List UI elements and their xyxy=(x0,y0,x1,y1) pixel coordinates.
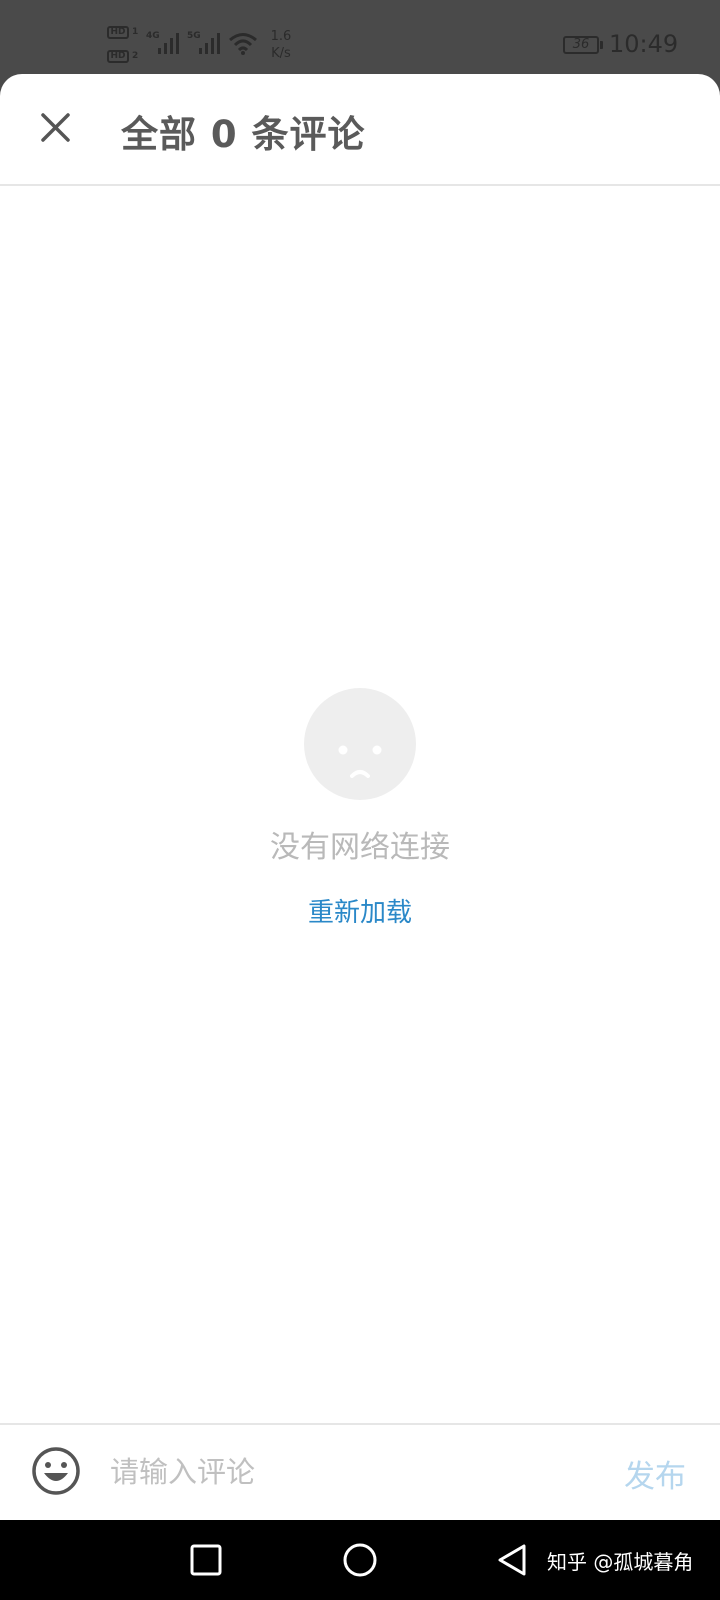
home-button[interactable] xyxy=(338,1540,382,1580)
recents-button[interactable] xyxy=(184,1540,228,1580)
close-button[interactable] xyxy=(30,102,82,154)
battery-tip xyxy=(600,41,603,49)
battery-icon: 36 xyxy=(563,36,599,54)
empty-state-message: 没有网络连接 xyxy=(270,830,450,865)
emoji-button[interactable] xyxy=(30,1445,82,1497)
sheet-header: 全部 0 条评论 xyxy=(0,74,720,186)
sim-slot-2-label: 2 xyxy=(132,51,139,61)
back-button[interactable] xyxy=(492,1540,536,1580)
wifi-icon xyxy=(229,33,257,55)
hd-icon: HD xyxy=(107,26,129,39)
network-speed-unit: K/s xyxy=(271,46,291,61)
status-bar: HD 1 HD 2 4G 5G 1.6 K/s 36 10:49 xyxy=(0,0,720,74)
network-speed: 1.6 K/s xyxy=(263,28,299,62)
system-nav-bar: 知乎 @孤城暮角 xyxy=(0,1520,720,1600)
sad-face-icon xyxy=(304,688,416,800)
cell-signal-icon xyxy=(158,33,179,54)
triangle-back-icon xyxy=(498,1544,526,1576)
network-speed-value: 1.6 xyxy=(270,29,292,44)
circle-icon xyxy=(343,1543,377,1577)
reload-button[interactable]: 重新加载 xyxy=(308,892,412,929)
hd-icon: HD xyxy=(107,50,129,63)
close-icon xyxy=(41,113,70,142)
empty-state: 没有网络连接 重新加载 xyxy=(0,688,720,929)
comment-input[interactable] xyxy=(110,1443,580,1501)
comment-input-bar: 发布 xyxy=(0,1423,720,1520)
comments-sheet: 全部 0 条评论 没有网络连接 重新加载 发布 xyxy=(0,74,720,1520)
sim-slot-1-label: 1 xyxy=(132,27,139,37)
publish-button[interactable]: 发布 xyxy=(624,1451,686,1496)
smiley-icon xyxy=(32,1447,80,1495)
clock: 10:49 xyxy=(609,30,679,58)
page-title: 全部 0 条评论 xyxy=(121,113,366,156)
cell-signal-icon xyxy=(199,33,220,54)
watermark: 知乎 @孤城暮角 xyxy=(547,1550,694,1574)
square-icon xyxy=(190,1544,222,1576)
